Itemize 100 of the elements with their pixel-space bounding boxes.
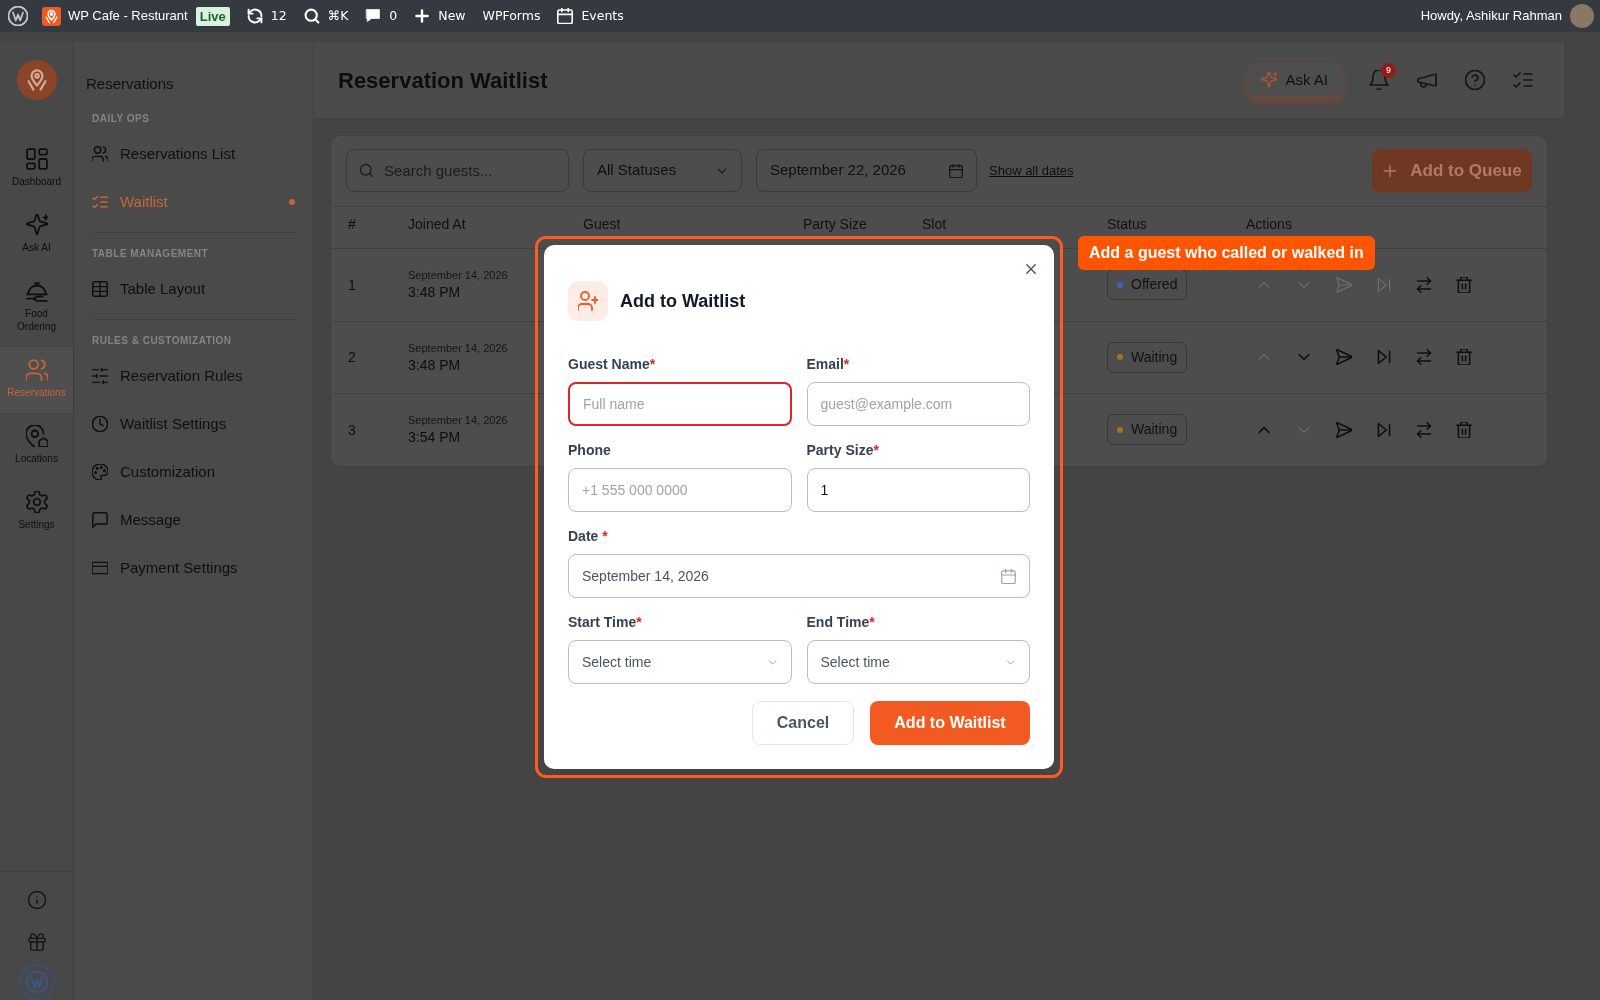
sliders-icon <box>92 368 108 384</box>
grid-icon <box>25 148 48 170</box>
palette-icon <box>92 464 108 480</box>
app-logo-icon[interactable] <box>16 60 57 100</box>
gift-icon[interactable] <box>27 933 46 951</box>
avatar-placeholder <box>1570 4 1594 28</box>
checklist-icon <box>92 194 108 210</box>
rail-nav-item[interactable]: Locations <box>0 413 73 479</box>
megaphone-icon <box>1417 70 1437 90</box>
search-icon <box>359 163 374 178</box>
logo-icon[interactable] <box>8 6 28 26</box>
ask-ai-button[interactable]: Ask AI <box>1246 63 1343 97</box>
comment-icon <box>365 8 382 24</box>
sidebar-nav-item[interactable]: Waitlist <box>86 182 303 222</box>
sidebar-nav-item[interactable]: Table Layout <box>86 269 303 309</box>
time-select[interactable]: Select time <box>806 640 1030 684</box>
cloche-icon <box>25 280 48 302</box>
users-icon <box>92 146 108 162</box>
status-label: Waiting <box>1131 420 1178 440</box>
info-icon[interactable] <box>27 891 46 909</box>
sidebar-title: Reservations <box>86 74 175 94</box>
input-field[interactable]: guest@example.com <box>806 382 1030 426</box>
column-header: Slot <box>922 216 947 232</box>
help-icon <box>1465 70 1485 90</box>
account-greeting-link[interactable]: Howdy, Ashikur Rahman <box>1420 6 1562 26</box>
section-heading: RULES & CUSTOMIZATION <box>91 334 233 348</box>
status-label: Waiting <box>1131 347 1178 367</box>
status-label: Offered <box>1131 275 1178 295</box>
column-header: Actions <box>1246 216 1292 232</box>
show-all-dates-link[interactable]: Show all dates <box>989 160 1074 181</box>
column-header: Joined At <box>408 216 466 232</box>
date-field[interactable]: September 14, 2026 <box>568 554 1030 598</box>
date-filter-field[interactable]: September 22, 2026 <box>756 149 977 192</box>
calendar-icon <box>1001 568 1016 584</box>
field-label: Email* <box>806 355 851 374</box>
events-link[interactable]: Events <box>557 6 624 26</box>
sparkles-icon <box>1261 72 1278 88</box>
row-number: 2 <box>348 349 356 366</box>
field-label: Date * <box>568 527 609 546</box>
rail-nav-item[interactable]: Ask AI <box>0 202 73 268</box>
plus-icon <box>1382 162 1399 179</box>
add-to-queue-button[interactable]: Add to Queue <box>1372 149 1532 192</box>
time-select[interactable]: Select time <box>568 640 792 684</box>
site-logo-icon <box>42 6 61 26</box>
updates-link[interactable]: 12 <box>246 6 287 26</box>
close-icon <box>1024 262 1038 276</box>
wpforms-link[interactable]: WPForms <box>482 6 541 26</box>
notification-count-badge: 9 <box>1381 63 1396 78</box>
calendar-icon <box>949 163 963 178</box>
input-field[interactable]: +1 555 000 0000 <box>568 468 792 512</box>
credit-card-icon <box>92 560 108 576</box>
section-heading: DAILY OPS <box>91 112 151 126</box>
column-header: # <box>348 216 356 232</box>
settings-icon <box>25 491 48 513</box>
column-header: Guest <box>583 216 621 232</box>
field-label: Guest Name* <box>568 355 657 374</box>
user-plus-icon <box>568 281 608 321</box>
site-name-link[interactable]: WP Cafe - Resturant <box>42 6 188 26</box>
add-to-waitlist-button[interactable]: Add to Waitlist <box>870 701 1030 745</box>
rail-nav-item[interactable]: Food Ordering <box>0 268 73 347</box>
notifications-button[interactable]: 9 <box>1355 63 1403 97</box>
field-label: Party Size* <box>806 441 880 460</box>
map-pin-icon <box>25 425 48 447</box>
section-heading: TABLE MANAGEMENT <box>91 247 210 261</box>
field-label: End Time* <box>806 613 876 632</box>
dialog-title: Add to Waitlist <box>620 289 746 313</box>
sidebar-nav-item[interactable]: Message <box>86 500 303 540</box>
comments-link[interactable]: 0 <box>365 6 398 26</box>
chat-bubble-icon <box>92 512 108 528</box>
search-link[interactable]: ⌘K <box>303 6 349 26</box>
page-title: Reservation Waitlist <box>338 66 548 95</box>
sidebar-nav-item[interactable]: Reservations List <box>86 134 303 174</box>
status-filter-select[interactable]: All Statuses <box>583 149 742 192</box>
row-number: 1 <box>348 276 356 293</box>
row-number: 3 <box>348 421 356 438</box>
field-label: Phone <box>568 441 612 460</box>
field-label: Start Time* <box>568 613 643 632</box>
search-icon <box>303 8 320 24</box>
table-icon <box>92 281 108 297</box>
input-field[interactable]: 1 <box>806 468 1030 512</box>
cancel-button[interactable]: Cancel <box>752 701 854 745</box>
new-link[interactable]: New <box>414 6 466 26</box>
live-badge: Live <box>195 6 230 26</box>
joined-time: 3:48 PM <box>408 355 461 375</box>
sidebar-nav-item[interactable]: Customization <box>86 452 303 492</box>
column-header: Status <box>1107 216 1147 232</box>
clock-icon <box>92 416 108 432</box>
joined-time: 3:54 PM <box>408 428 461 448</box>
sidebar-nav-item[interactable]: Payment Settings <box>86 548 303 588</box>
joined-time: 3:48 PM <box>408 283 461 303</box>
sidebar-nav-item[interactable]: Reservation Rules <box>86 356 303 396</box>
input-field[interactable]: Full name <box>568 382 792 426</box>
refresh-icon <box>246 8 263 24</box>
rail-nav-item[interactable]: Reservations <box>0 347 73 413</box>
sidebar-nav-item[interactable]: Waitlist Settings <box>86 404 303 444</box>
checklist-icon <box>1513 70 1533 90</box>
sparkles-icon <box>25 214 48 236</box>
plus-icon <box>414 8 431 24</box>
column-header: Party Size <box>803 216 867 232</box>
tour-callout: Add a guest who called or walked in <box>1078 236 1375 270</box>
